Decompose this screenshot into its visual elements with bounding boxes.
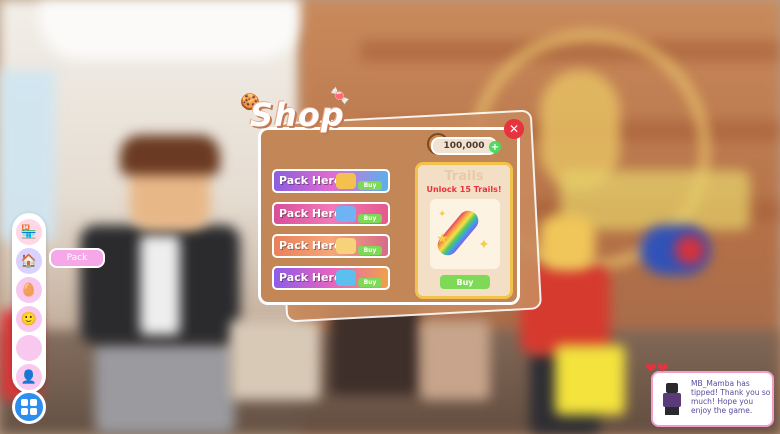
pack-label: Pack Here xyxy=(279,271,342,284)
pack-row[interactable]: Pack Here Buy xyxy=(272,234,390,258)
shop-title: Shop xyxy=(250,96,345,134)
trails-title: Trails xyxy=(444,169,484,184)
scene-npc-head xyxy=(540,215,595,270)
pack-row[interactable]: Pack Here Buy xyxy=(272,266,390,290)
pack-art-icon xyxy=(336,238,356,254)
pack-buy-button[interactable]: Buy xyxy=(358,278,382,287)
egg-icon[interactable]: 🥚 xyxy=(16,277,42,303)
scene-box xyxy=(230,320,320,400)
grid-icon xyxy=(20,398,38,416)
currency-balance: 100,000 xyxy=(431,137,497,155)
close-icon: ✕ xyxy=(508,122,520,136)
house-icon[interactable]: 🏠 xyxy=(16,248,42,274)
pack-label: Pack Here xyxy=(279,207,342,220)
menu-grid-button[interactable] xyxy=(12,390,46,424)
trails-subtitle: Unlock 15 Trails! xyxy=(426,185,502,194)
pack-buy-button[interactable]: Buy xyxy=(358,214,382,223)
scene-yellow-bag xyxy=(555,345,625,415)
pack-art-icon xyxy=(336,270,356,286)
blank-icon[interactable] xyxy=(16,335,42,361)
add-currency-button[interactable]: + xyxy=(489,141,501,153)
avatar-icon[interactable]: 🙂 xyxy=(16,306,42,332)
scene-character-legs xyxy=(95,340,235,434)
pack-buy-button[interactable]: Buy xyxy=(358,246,382,255)
pack-tooltip: Pack xyxy=(49,248,105,268)
shop-icon[interactable]: 🏪 xyxy=(16,219,42,245)
scene-balloon xyxy=(675,235,705,265)
pack-label: Pack Here xyxy=(279,239,342,252)
star-icon: ★ xyxy=(436,231,449,247)
close-button[interactable]: ✕ xyxy=(504,119,524,139)
friend-icon[interactable]: 👤 xyxy=(16,364,42,390)
scene-character-shirt xyxy=(140,235,180,335)
tip-message: MB_Mamba has tipped! Thank you so much! … xyxy=(691,379,771,415)
pack-row[interactable]: Pack Here Buy xyxy=(272,202,390,226)
scene-character-hair xyxy=(120,135,220,175)
pack-label: Pack Here xyxy=(279,174,342,187)
hearts-icon: ❤❤ xyxy=(645,361,669,377)
side-menu: 🏪 🏠 🥚 🙂 👤 xyxy=(12,213,46,393)
scene-ceiling xyxy=(40,0,300,60)
tip-notification: MB_Mamba has tipped! Thank you so much! … xyxy=(651,371,774,427)
tipper-avatar xyxy=(659,383,685,415)
trails-card[interactable]: Trails Unlock 15 Trails! ★ ✦ ✦ Buy xyxy=(415,162,513,299)
pack-art-icon xyxy=(336,173,356,189)
star-icon: ✦ xyxy=(478,237,490,253)
trails-buy-button[interactable]: Buy xyxy=(440,275,490,289)
star-icon: ✦ xyxy=(438,209,447,220)
pack-buy-button[interactable]: Buy xyxy=(358,181,382,190)
scene-box xyxy=(420,320,490,400)
pack-row[interactable]: Pack Here Buy xyxy=(272,169,390,193)
pack-art-icon xyxy=(336,206,356,222)
